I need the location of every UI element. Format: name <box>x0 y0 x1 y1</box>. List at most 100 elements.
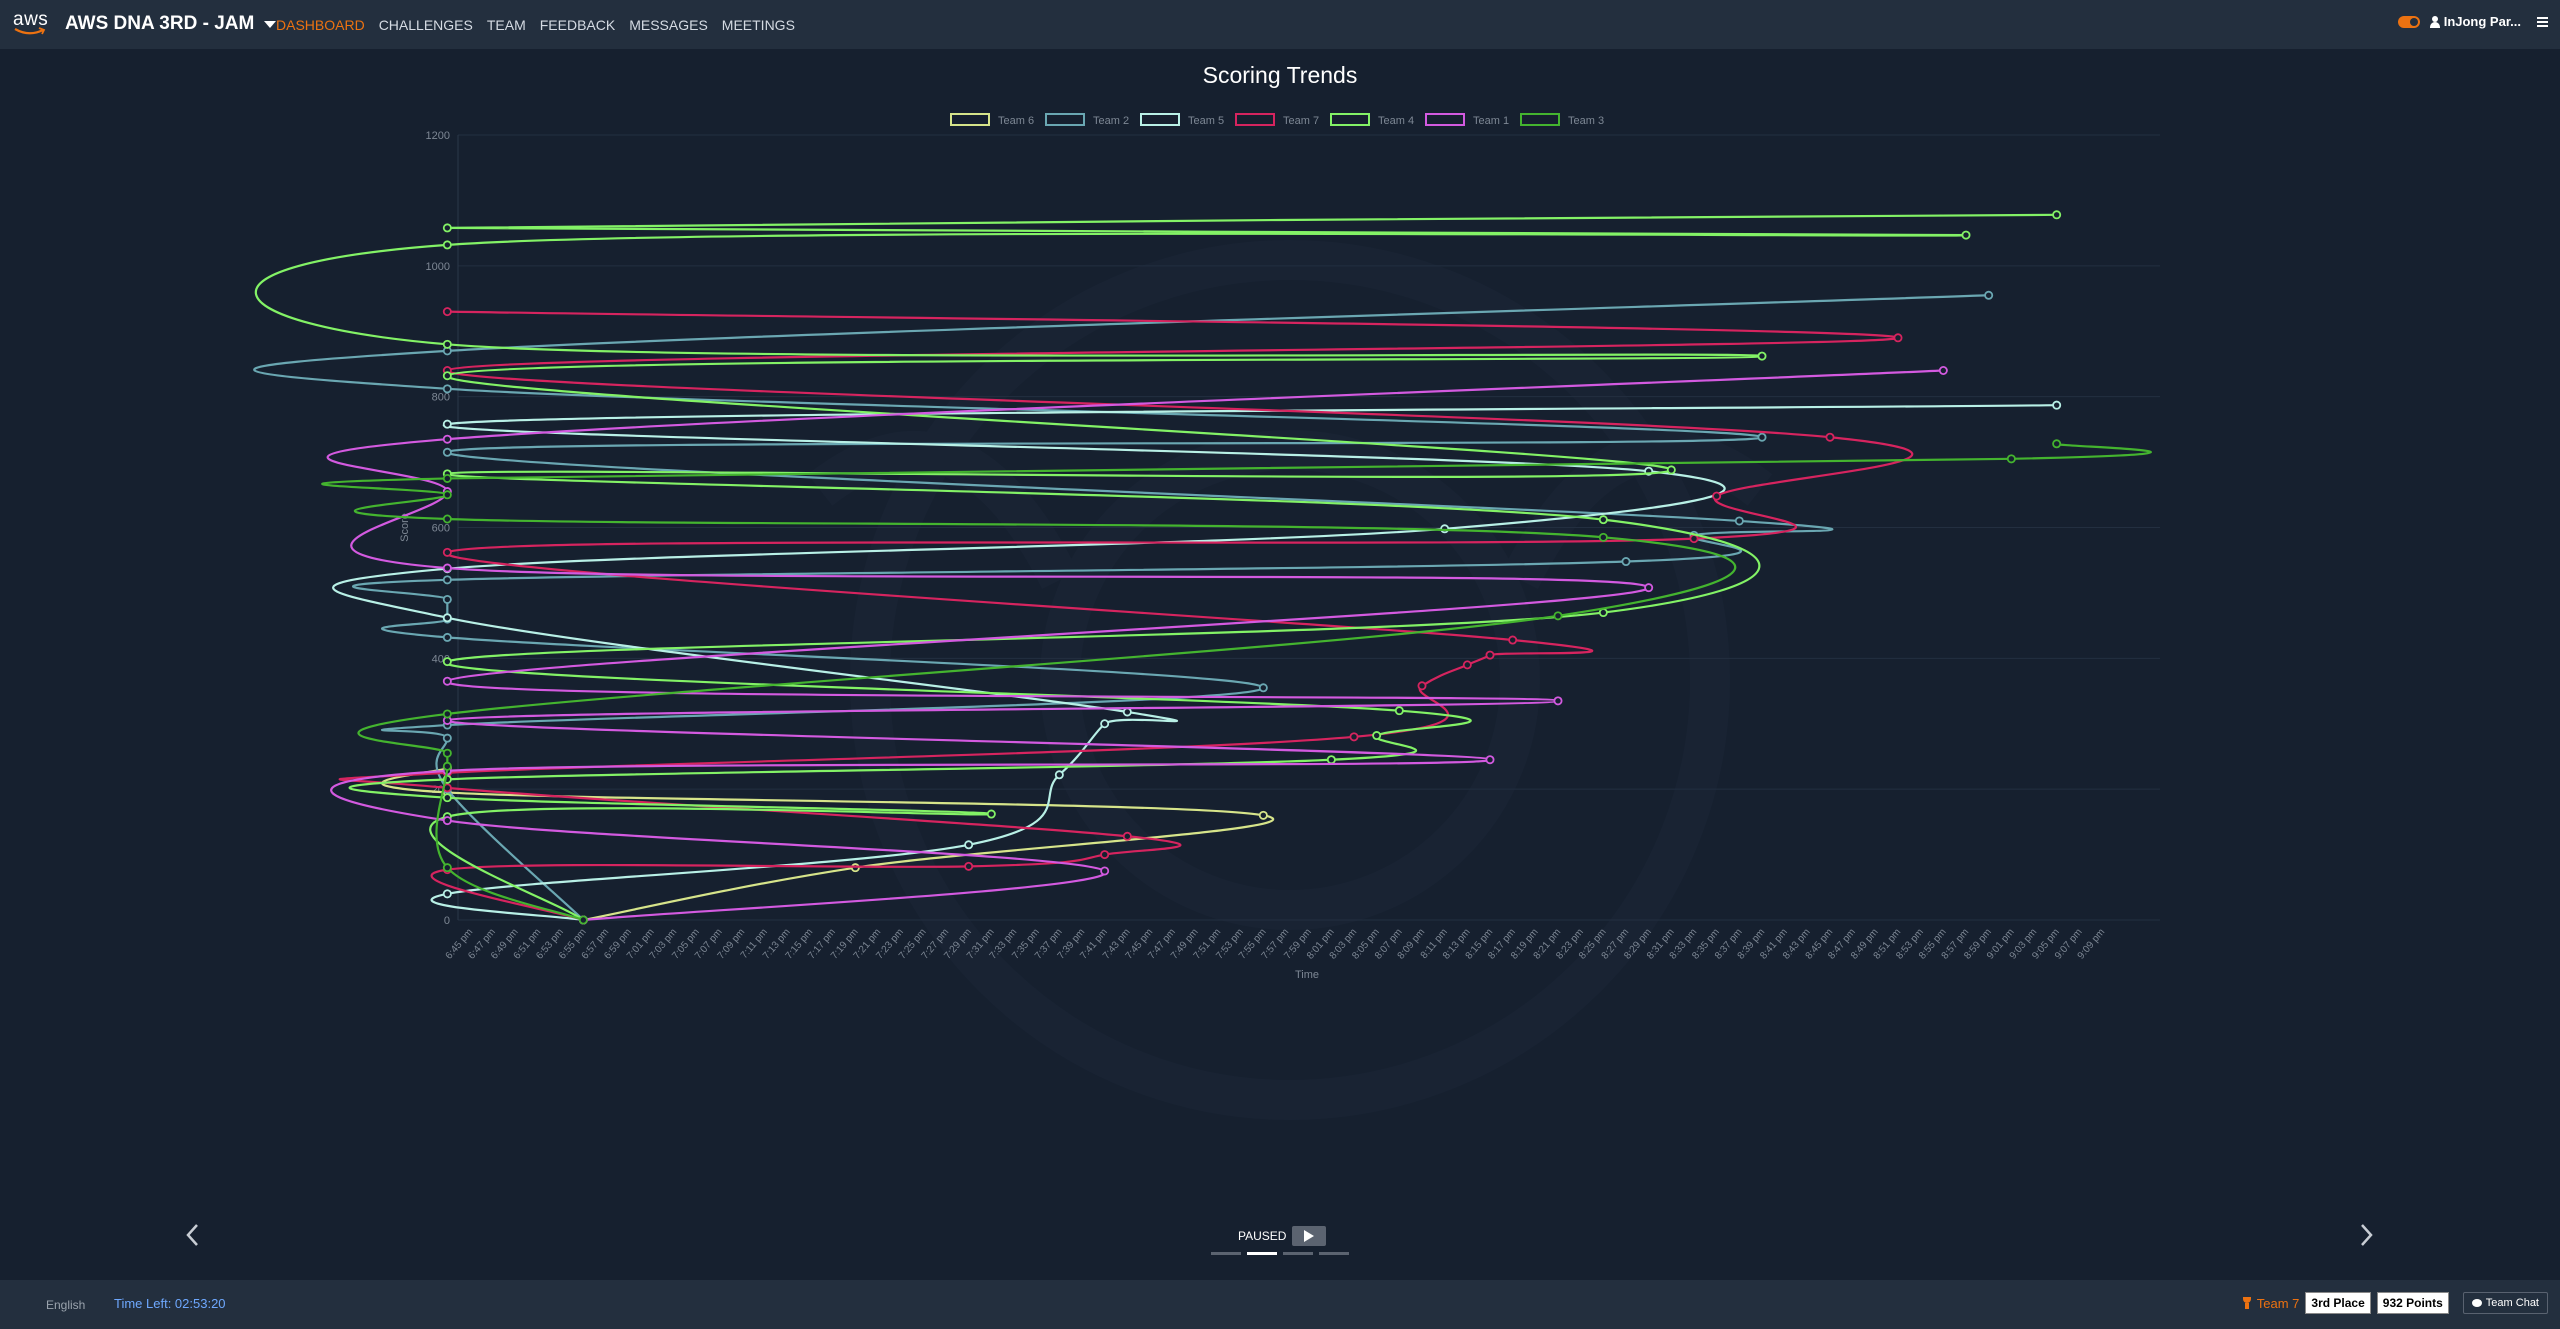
prev-slide-button[interactable] <box>185 1223 199 1247</box>
legend-label: Team 6 <box>998 115 1034 127</box>
carousel-indicators <box>1211 1252 1349 1255</box>
nav-dashboard[interactable]: DASHBOARD <box>276 17 365 33</box>
data-point <box>2052 400 2062 410</box>
slide-indicator-4[interactable] <box>1319 1252 1349 1255</box>
data-point <box>1825 432 1835 442</box>
series-line <box>253 294 1989 921</box>
main-nav: DASHBOARD CHALLENGES TEAM FEEDBACK MESSA… <box>276 17 795 33</box>
user-menu[interactable]: InJong Par... <box>2429 14 2521 29</box>
event-title: AWS DNA 3RD - JAM <box>65 13 255 34</box>
team-name: Team 7 <box>2256 1295 2300 1311</box>
nav-team[interactable]: TEAM <box>487 17 526 33</box>
data-point <box>442 613 452 623</box>
nav-meetings[interactable]: MEETINGS <box>722 17 795 33</box>
data-point <box>1984 290 1994 300</box>
nav-messages[interactable]: MESSAGES <box>629 17 708 33</box>
data-point <box>1893 333 1903 343</box>
legend-label: Team 2 <box>1093 115 1129 127</box>
team-points-badge: 932 Points <box>2376 1292 2449 1314</box>
data-point <box>1598 515 1608 525</box>
slide-indicator-3[interactable] <box>1283 1252 1313 1255</box>
y-tick-label: 1200 <box>426 130 450 142</box>
legend-swatch <box>1425 113 1465 126</box>
data-point <box>2006 454 2016 464</box>
data-point <box>1349 732 1359 742</box>
hamburger-menu-icon[interactable] <box>2537 16 2548 27</box>
time-left: Time Left: 02:53:20 <box>114 1296 226 1311</box>
data-point <box>442 384 452 394</box>
data-point <box>442 632 452 642</box>
data-point <box>1258 810 1268 820</box>
data-point <box>1757 351 1767 361</box>
slide-indicator-1[interactable] <box>1211 1252 1241 1255</box>
data-point <box>442 419 452 429</box>
data-point <box>442 371 452 381</box>
team-status: Team 7 3rd Place 932 Points Team Chat <box>2241 1292 2548 1314</box>
legend-label: Team 5 <box>1188 115 1224 127</box>
data-point <box>1054 770 1064 780</box>
next-slide-button[interactable] <box>2360 1223 2374 1247</box>
chevron-left-icon <box>186 1224 198 1246</box>
data-point <box>442 733 452 743</box>
legend-label: Team 3 <box>1568 115 1604 127</box>
trophy-icon <box>2241 1297 2253 1309</box>
top-navbar: aws AWS DNA 3RD - JAM DASHBOARD CHALLENG… <box>0 0 2560 49</box>
language-selector[interactable]: English <box>46 1298 85 1312</box>
data-point <box>1258 683 1268 693</box>
slide-indicator-2[interactable] <box>1247 1252 1277 1255</box>
data-point <box>442 490 452 500</box>
data-point <box>442 575 452 585</box>
data-point <box>442 761 452 771</box>
data-point <box>442 748 452 758</box>
event-selector[interactable]: AWS DNA 3RD - JAM <box>65 13 277 35</box>
footer-bar: English Time Left: 02:53:20 Team 7 3rd P… <box>0 1280 2560 1329</box>
play-button[interactable] <box>1292 1226 1327 1246</box>
data-point <box>442 889 452 899</box>
aws-logo[interactable]: aws <box>13 9 51 39</box>
team-link[interactable]: Team 7 <box>2241 1295 2300 1311</box>
top-right-controls: InJong Par... <box>2397 14 2548 29</box>
data-point <box>1666 465 1676 475</box>
data-point <box>442 676 452 686</box>
legend-label: Team 4 <box>1378 115 1414 127</box>
legend-label: Team 7 <box>1283 115 1319 127</box>
caret-down-icon <box>264 20 277 28</box>
data-point <box>1100 719 1110 729</box>
data-point <box>442 514 452 524</box>
data-point <box>1644 583 1654 593</box>
data-point <box>1508 635 1518 645</box>
nav-feedback[interactable]: FEEDBACK <box>540 17 615 33</box>
data-point <box>442 863 452 873</box>
legend-swatch <box>1520 113 1560 126</box>
data-point <box>442 434 452 444</box>
team-chat-label: Team Chat <box>2485 1297 2539 1309</box>
x-axis-title: Time <box>1295 969 1319 981</box>
theme-toggle[interactable] <box>2397 15 2420 28</box>
legend-swatch <box>1140 113 1180 126</box>
data-point <box>1372 731 1382 741</box>
series-line <box>380 766 1275 922</box>
data-point <box>442 594 452 604</box>
data-point <box>1553 611 1563 621</box>
data-point <box>1553 696 1563 706</box>
data-point <box>964 840 974 850</box>
data-point <box>1961 230 1971 240</box>
data-point <box>1598 608 1608 618</box>
data-point <box>1621 557 1631 567</box>
data-point <box>442 709 452 719</box>
data-point <box>442 563 452 573</box>
data-point <box>442 473 452 483</box>
nav-challenges[interactable]: CHALLENGES <box>379 17 473 33</box>
carousel-status: PAUSED <box>1238 1226 1327 1246</box>
team-place-badge: 3rd Place <box>2305 1292 2371 1314</box>
data-point <box>1712 491 1722 501</box>
series-line <box>332 404 2057 922</box>
data-point <box>2052 439 2062 449</box>
legend-swatch <box>950 113 990 126</box>
data-point <box>1100 866 1110 876</box>
data-point <box>1938 365 1948 375</box>
data-point <box>1122 707 1132 717</box>
data-point <box>1734 516 1744 526</box>
data-point <box>442 657 452 667</box>
team-chat-button[interactable]: Team Chat <box>2462 1292 2548 1314</box>
